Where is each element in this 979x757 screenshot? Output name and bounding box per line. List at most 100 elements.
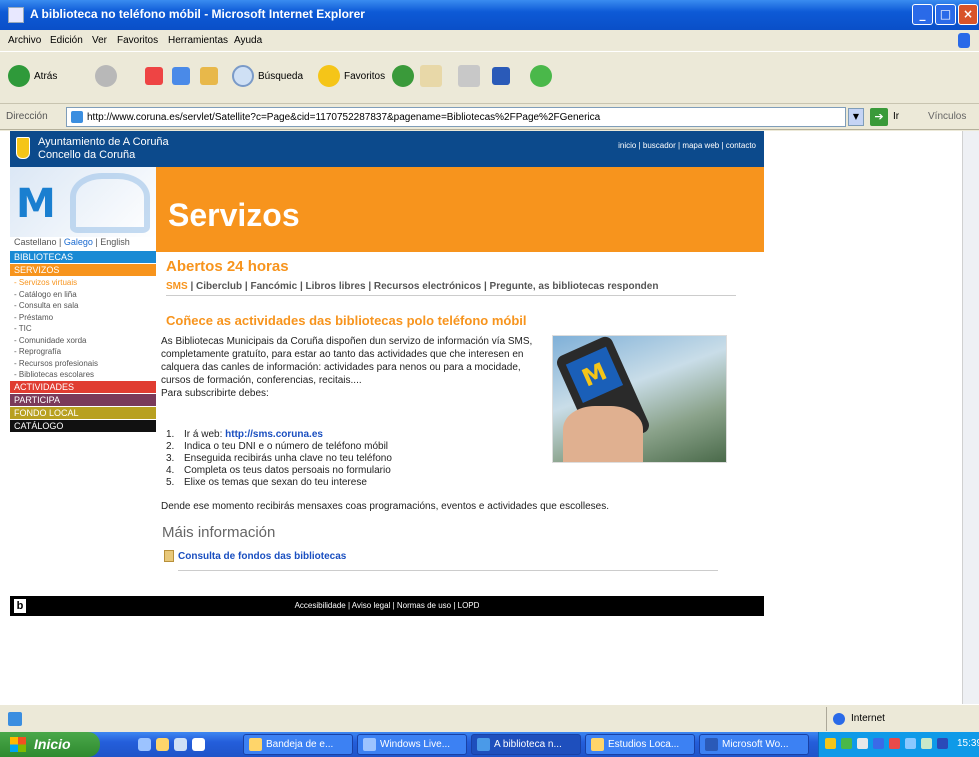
nav-sub-recursos[interactable]: - Recursos profesionais <box>10 358 156 370</box>
nav-sub-servizos-virtuais[interactable]: - Servizos virtuais <box>10 277 156 289</box>
windows-flag-icon <box>10 737 26 752</box>
menu-archivo[interactable]: Archivo <box>8 35 41 46</box>
page-viewport[interactable]: Ayuntamiento de A Coruña Concello da Cor… <box>0 131 962 704</box>
document-icon <box>164 550 174 562</box>
hand-image <box>563 406 643 462</box>
bibliotecas-logo[interactable]: M <box>10 167 156 237</box>
menu-ayuda[interactable]: Ayuda <box>234 35 262 46</box>
language-selector: Castellano | Galego | English <box>14 237 130 247</box>
address-bar: Dirección http://www.coruna.es/servlet/S… <box>0 104 979 130</box>
tray-icon[interactable] <box>905 738 916 749</box>
catalog-link[interactable]: Consulta de fondos das bibliotecas <box>164 550 346 562</box>
step-text: Enseguida recibirás unha clave no teu te… <box>184 453 392 464</box>
step-1: 1. Ir á web: http://sms.coruna.es <box>166 429 392 441</box>
messenger-icon <box>363 738 376 751</box>
task-estudios[interactable]: Estudios Loca... <box>585 734 695 755</box>
refresh-button[interactable] <box>172 62 194 90</box>
phone-photo: M <box>552 335 727 463</box>
menu-edicion[interactable]: Edición <box>50 35 83 46</box>
quicklaunch-ie-icon[interactable] <box>138 738 151 751</box>
lang-english[interactable]: English <box>100 237 130 247</box>
tray-icon[interactable] <box>841 738 852 749</box>
go-arrow-icon[interactable]: ➔ <box>870 108 888 126</box>
mail-button[interactable] <box>420 62 446 90</box>
nav-sub-tic[interactable]: - TIC <box>10 323 156 335</box>
stop-button[interactable] <box>145 62 167 90</box>
quicklaunch-outlook-icon[interactable] <box>156 738 169 751</box>
task-bandeja[interactable]: Bandeja de e... <box>243 734 353 755</box>
org-name-es: Ayuntamiento de A Coruña <box>38 136 169 148</box>
tray-icon[interactable] <box>921 738 932 749</box>
print-button[interactable] <box>458 62 484 90</box>
nav-sub-comunidade[interactable]: - Comunidade xorda <box>10 335 156 347</box>
close-button[interactable]: × <box>958 4 978 25</box>
nav-bibliotecas[interactable]: BIBLIOTECAS <box>10 251 156 263</box>
favorites-button[interactable]: Favoritos <box>318 62 385 90</box>
tray-icon[interactable] <box>889 738 900 749</box>
quicklaunch-desktop-icon[interactable] <box>174 738 187 751</box>
logo-m-icon: M <box>16 181 56 227</box>
tray-icon[interactable] <box>873 738 884 749</box>
address-dropdown-button[interactable]: ▼ <box>848 108 864 126</box>
task-biblioteca[interactable]: A biblioteca n... <box>471 734 581 755</box>
forward-button[interactable] <box>95 62 121 90</box>
minimize-button[interactable]: _ <box>912 4 933 25</box>
star-icon <box>318 65 340 87</box>
nav-sub-prestamo[interactable]: - Préstamo <box>10 312 156 324</box>
task-label: Bandeja de e... <box>266 739 334 750</box>
window-titlebar[interactable]: A biblioteca no teléfono móbil - Microso… <box>0 0 979 30</box>
nav-sub-consulta[interactable]: - Consulta en sala <box>10 300 156 312</box>
phone-screen-logo: M <box>565 346 624 403</box>
page-done-icon <box>8 712 22 726</box>
nav-participa[interactable]: PARTICIPA <box>10 393 156 406</box>
back-button[interactable]: Atrás <box>8 62 57 90</box>
nav-actividades[interactable]: ACTIVIDADES <box>10 380 156 393</box>
status-bar: Internet <box>0 704 979 732</box>
sms-link[interactable]: http://sms.coruna.es <box>225 429 323 440</box>
nav-sub-escolares[interactable]: - Bibliotecas escolares <box>10 369 156 381</box>
quicklaunch-media-icon[interactable] <box>192 738 205 751</box>
tab-sms[interactable]: SMS <box>166 281 188 292</box>
home-button[interactable] <box>200 62 222 90</box>
nav-sub-catalogo[interactable]: - Catálogo en liña <box>10 289 156 301</box>
print-icon <box>458 65 480 87</box>
lang-castellano[interactable]: Castellano <box>14 237 57 247</box>
back-arrow-icon <box>8 65 30 87</box>
address-url: http://www.coruna.es/servlet/Satellite?c… <box>87 112 601 123</box>
start-button[interactable]: Inicio <box>0 732 100 757</box>
address-label: Dirección <box>6 111 48 122</box>
tab-others[interactable]: | Ciberclub | Fancómic | Libros libres |… <box>188 281 658 292</box>
refresh-icon <box>172 67 190 85</box>
address-input[interactable]: http://www.coruna.es/servlet/Satellite?c… <box>66 107 846 127</box>
step-text: Completa os teus datos persoais no formu… <box>184 465 391 476</box>
links-toolbar[interactable]: Vínculos <box>928 111 966 122</box>
step-3: 3. Enseguida recibirás unha clave no teu … <box>166 453 392 465</box>
lang-galego[interactable]: Galego <box>64 237 93 247</box>
tray-icon[interactable] <box>857 738 868 749</box>
sidebar-nav: BIBLIOTECAS SERVIZOS - Servizos virtuais… <box>10 251 156 433</box>
tray-icon[interactable] <box>825 738 836 749</box>
menu-ver[interactable]: Ver <box>92 35 107 46</box>
nav-fondo-local[interactable]: FONDO LOCAL <box>10 406 156 419</box>
step-number: 5. <box>166 477 175 488</box>
menu-favoritos[interactable]: Favoritos <box>117 35 158 46</box>
ie-icon <box>477 738 490 751</box>
task-windows-live[interactable]: Windows Live... <box>357 734 467 755</box>
top-links[interactable]: inicio | buscador | mapa web | contacto <box>618 141 756 150</box>
nav-servizos[interactable]: SERVIZOS <box>10 264 156 276</box>
clock[interactable]: 15:39 <box>957 738 979 749</box>
footer-links[interactable]: Accesibilidade | Aviso legal | Normas de… <box>10 601 764 610</box>
maximize-button[interactable]: □ <box>935 4 956 25</box>
messenger-button[interactable] <box>530 62 556 90</box>
nav-catalogo[interactable]: CATÁLOGO <box>10 419 156 432</box>
history-button[interactable] <box>392 62 418 90</box>
menu-herramientas[interactable]: Herramientas <box>168 35 228 46</box>
messenger-icon <box>530 65 552 87</box>
vertical-scrollbar[interactable] <box>962 131 979 704</box>
word-button[interactable] <box>492 62 514 90</box>
tray-icon[interactable] <box>937 738 948 749</box>
task-word[interactable]: Microsoft Wo... <box>699 734 809 755</box>
search-button[interactable]: Búsqueda <box>232 62 303 90</box>
go-button[interactable]: Ir <box>893 111 899 122</box>
nav-sub-reprografia[interactable]: - Reprografía <box>10 346 156 358</box>
